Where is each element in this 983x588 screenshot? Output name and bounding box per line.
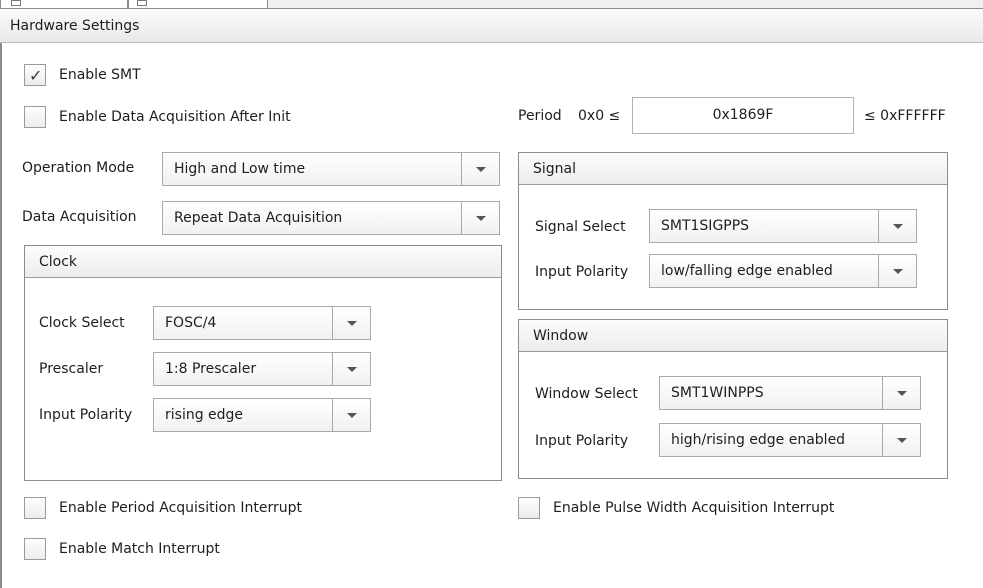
chevron-down-icon (893, 224, 903, 229)
period-acq-interrupt-row[interactable]: Enable Period Acquisition Interrupt (24, 497, 384, 521)
enable-smt-label: Enable SMT (59, 67, 141, 83)
signal-group-title: Signal (533, 161, 577, 177)
pulse-width-acq-interrupt-checkbox[interactable] (518, 497, 540, 519)
signal-group-header: Signal (519, 153, 947, 185)
header-title: Hardware Settings (10, 18, 140, 34)
period-max-label: ≤ 0xFFFFFF (864, 108, 946, 124)
match-interrupt-checkbox[interactable] (24, 538, 46, 560)
data-acquisition-select[interactable]: Repeat Data Acquisition (162, 201, 500, 235)
clock-group-header: Clock (25, 246, 501, 278)
clock-group-title: Clock (39, 254, 78, 270)
period-acq-interrupt-label: Enable Period Acquisition Interrupt (59, 500, 302, 516)
operation-mode-dropdown-button[interactable] (461, 153, 499, 185)
clock-select-value: FOSC/4 (165, 315, 217, 331)
prescaler-value: 1:8 Prescaler (165, 361, 257, 377)
chevron-down-icon (893, 269, 903, 274)
clock-select-select[interactable]: FOSC/4 (153, 306, 371, 340)
signal-select-select[interactable]: SMT1SIGPPS (649, 209, 917, 243)
checkmark-icon: ✓ (29, 66, 43, 85)
chevron-down-icon (347, 367, 357, 372)
chevron-down-icon (476, 216, 486, 221)
clock-input-polarity-label: Input Polarity (39, 407, 133, 423)
data-acquisition-dropdown-button[interactable] (461, 202, 499, 234)
signal-input-polarity-label: Input Polarity (535, 264, 629, 280)
window-group-title: Window (533, 328, 589, 344)
signal-input-polarity-select[interactable]: low/falling edge enabled (649, 254, 917, 288)
window-select-select[interactable]: SMT1WINPPS (659, 376, 921, 410)
enable-data-acq-after-init-row[interactable]: Enable Data Acquisition After Init (24, 106, 354, 130)
match-interrupt-label: Enable Match Interrupt (59, 541, 220, 557)
clock-input-polarity-dropdown-button[interactable] (332, 399, 370, 431)
signal-select-label: Signal Select (535, 219, 626, 235)
easy-view-icon (11, 0, 21, 6)
panel-header[interactable]: Hardware Settings (0, 9, 983, 43)
signal-group: Signal Signal Select SMT1SIGPPS Input Po… (518, 152, 948, 310)
signal-select-dropdown-button[interactable] (878, 210, 916, 242)
window-select-value: SMT1WINPPS (671, 385, 764, 401)
chevron-down-icon (347, 321, 357, 326)
register-icon (137, 0, 147, 6)
enable-smt-checkbox[interactable]: ✓ (24, 64, 46, 86)
data-acquisition-label: Data Acquisition (22, 209, 137, 225)
data-acquisition-value: Repeat Data Acquisition (174, 210, 343, 226)
operation-mode-label: Operation Mode (22, 160, 135, 176)
clock-input-polarity-select[interactable]: rising edge (153, 398, 371, 432)
prescaler-select[interactable]: 1:8 Prescaler (153, 352, 371, 386)
window-input-polarity-dropdown-button[interactable] (882, 424, 920, 456)
signal-select-value: SMT1SIGPPS (661, 218, 750, 234)
enable-data-acq-after-init-label: Enable Data Acquisition After Init (59, 109, 291, 125)
window-group: Window Window Select SMT1WINPPS Input Po… (518, 319, 948, 479)
signal-input-polarity-value: low/falling edge enabled (661, 263, 833, 279)
period-value: 0x1869F (712, 107, 774, 123)
operation-mode-value: High and Low time (174, 161, 306, 177)
window-input-polarity-value: high/rising edge enabled (671, 432, 846, 448)
window-select-label: Window Select (535, 386, 638, 402)
chevron-down-icon (897, 391, 907, 396)
prescaler-label: Prescaler (39, 361, 104, 377)
clock-select-dropdown-button[interactable] (332, 307, 370, 339)
window-input-polarity-select[interactable]: high/rising edge enabled (659, 423, 921, 457)
clock-group: Clock Clock Select FOSC/4 Prescaler 1:8 … (24, 245, 502, 481)
chevron-down-icon (476, 167, 486, 172)
signal-input-polarity-dropdown-button[interactable] (878, 255, 916, 287)
chevron-down-icon (897, 438, 907, 443)
period-label: Period (518, 108, 562, 124)
pulse-width-acq-interrupt-label: Enable Pulse Width Acquisition Interrupt (553, 500, 835, 516)
enable-smt-checkbox-row[interactable]: ✓ Enable SMT (24, 64, 224, 88)
window-input-polarity-label: Input Polarity (535, 433, 629, 449)
window-group-header: Window (519, 320, 947, 352)
operation-mode-select[interactable]: High and Low time (162, 152, 500, 186)
chevron-down-icon (347, 413, 357, 418)
clock-input-polarity-value: rising edge (165, 407, 244, 423)
clock-select-label: Clock Select (39, 315, 125, 331)
prescaler-dropdown-button[interactable] (332, 353, 370, 385)
enable-data-acq-after-init-checkbox[interactable] (24, 106, 46, 128)
window-select-dropdown-button[interactable] (882, 377, 920, 409)
pulse-width-acq-interrupt-row[interactable]: Enable Pulse Width Acquisition Interrupt (518, 497, 918, 521)
period-input[interactable]: 0x1869F (632, 97, 854, 134)
match-interrupt-row[interactable]: Enable Match Interrupt (24, 538, 284, 562)
period-acq-interrupt-checkbox[interactable] (24, 497, 46, 519)
period-min-label: 0x0 ≤ (578, 108, 621, 124)
